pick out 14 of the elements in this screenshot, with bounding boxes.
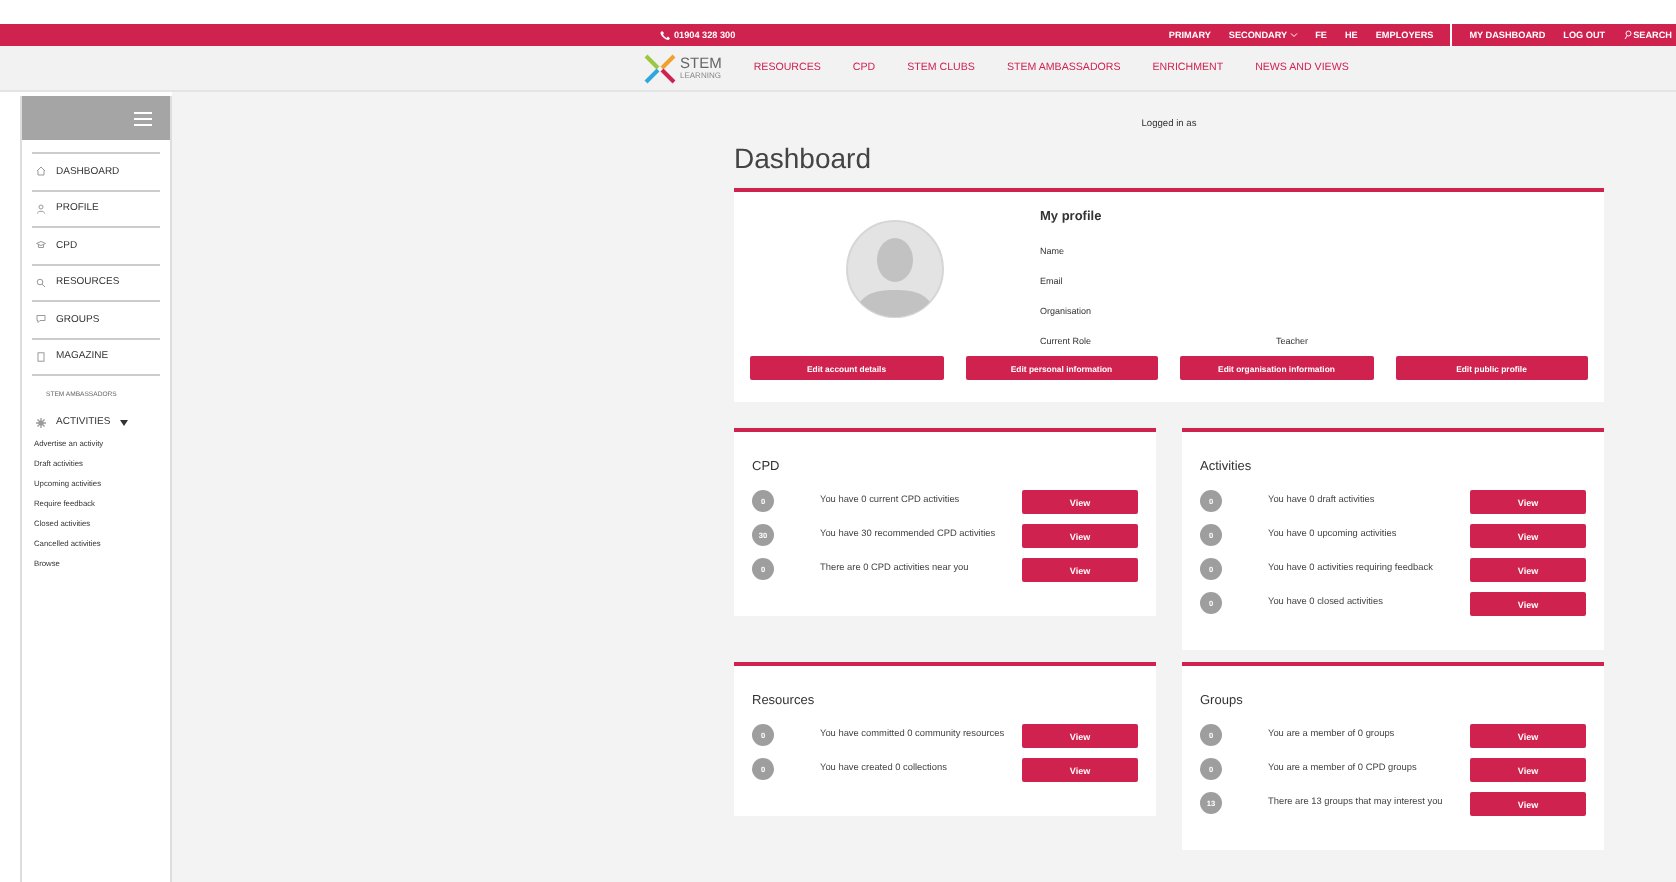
home-icon xyxy=(36,166,46,177)
search-icon xyxy=(36,277,46,288)
gear-icon xyxy=(36,417,46,427)
caret-icon xyxy=(120,419,129,425)
logo-icon xyxy=(644,53,676,83)
phone-icon xyxy=(660,30,670,40)
person-icon xyxy=(36,203,46,214)
graduation-cap-icon xyxy=(36,240,46,251)
speech-bubble-icon xyxy=(36,314,46,325)
search-icon xyxy=(1623,30,1632,40)
caret-icon xyxy=(1289,32,1298,38)
page-title: Dashboard xyxy=(734,142,873,174)
menu-icon xyxy=(134,111,152,125)
book-icon xyxy=(36,351,46,362)
